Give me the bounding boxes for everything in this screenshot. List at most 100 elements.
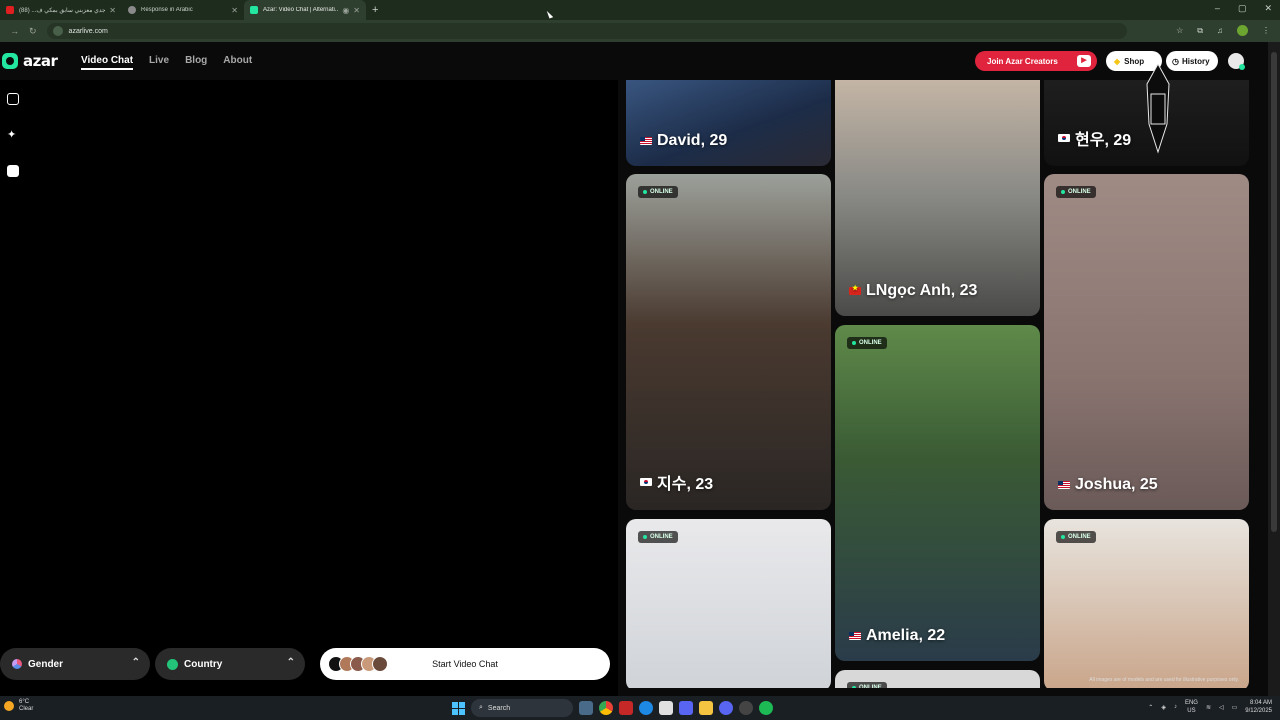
github-icon[interactable]	[739, 701, 753, 715]
bookmark-star-icon[interactable]: ☆	[1176, 26, 1183, 35]
user-avatar[interactable]	[1228, 53, 1245, 70]
mic-icon[interactable]: ♪	[1174, 704, 1177, 710]
search-placeholder: Search	[487, 704, 511, 712]
profile-name: Joshua, 25	[1058, 476, 1158, 494]
minimize-button[interactable]: –	[1215, 3, 1220, 14]
country-label: Country	[184, 658, 223, 670]
browser-tab-youtube[interactable]: جدي معزبني سابق بمكي ف... (88) ✕	[0, 0, 122, 20]
chrome-icon[interactable]	[599, 701, 613, 715]
taskbar-apps: ⌕ Search	[452, 699, 773, 717]
site-info-icon[interactable]	[52, 26, 63, 36]
azar-logo[interactable]: azar	[2, 52, 58, 70]
discord-icon[interactable]	[719, 701, 733, 715]
azar-logo-icon	[2, 53, 18, 69]
start-button[interactable]	[452, 701, 465, 715]
forward-icon[interactable]: →	[10, 26, 19, 36]
chatgpt-favicon-icon	[128, 6, 136, 14]
extensions-icon[interactable]: ⧉	[1197, 26, 1203, 36]
network-icon[interactable]: ◈	[1161, 704, 1166, 711]
store-icon[interactable]	[659, 701, 673, 715]
history-label: History	[1181, 56, 1210, 66]
gender-icon	[12, 659, 22, 669]
language-indicator[interactable]: ENG US	[1185, 699, 1198, 715]
chevron-up-icon: ⌃	[286, 657, 295, 668]
chevron-up-icon[interactable]: ⌃	[1148, 704, 1153, 711]
close-window-button[interactable]: ✕	[1264, 3, 1272, 14]
profile-avatar[interactable]	[1237, 25, 1248, 36]
online-badge: ONLINE	[638, 531, 678, 543]
browser-tab-azar[interactable]: Azar: Video Chat | Alternati... ◉ ✕	[244, 0, 366, 20]
browser-tab-strip: جدي معزبني سابق بمكي ف... (88) ✕ Respons…	[0, 0, 1280, 20]
window-controls: – ▢ ✕	[1215, 3, 1272, 14]
profile-name: 현우, 29	[1058, 126, 1131, 150]
nav-blog[interactable]: Blog	[185, 55, 207, 70]
profile-name: David, 29	[640, 132, 727, 150]
profile-card-joshua[interactable]: ONLINE Joshua, 25	[1044, 174, 1249, 510]
scroll-thumb[interactable]	[1271, 52, 1277, 532]
reload-icon[interactable]: ↻	[29, 26, 37, 37]
nav-about[interactable]: About	[223, 55, 252, 70]
profile-card-jisu[interactable]: ONLINE 지수, 23	[626, 174, 831, 510]
weather-desc: Clear	[19, 706, 34, 712]
gender-select[interactable]: Gender ⌃	[0, 648, 150, 680]
video-tools: ✦	[7, 93, 19, 177]
name-text: Amelia, 22	[866, 627, 946, 644]
face-mask-icon[interactable]	[7, 165, 19, 177]
copilot-icon[interactable]	[679, 701, 693, 715]
edge-icon[interactable]	[639, 701, 653, 715]
weather-widget[interactable]: 6°C Clear	[4, 699, 33, 713]
menu-icon[interactable]: ⋮	[1262, 26, 1270, 35]
profile-card-ngoc-anh[interactable]: LNgọc Anh, 23	[835, 80, 1040, 316]
task-view-icon[interactable]	[579, 701, 593, 715]
start-label: Start Video Chat	[432, 659, 498, 669]
vn-flag-icon	[849, 284, 861, 295]
join-creators-button[interactable]: Join Azar Creators ▶	[975, 51, 1097, 71]
chevron-up-icon: ⌃	[131, 657, 140, 668]
profile-card-david[interactable]: David, 29	[626, 80, 831, 166]
spotify-icon[interactable]	[759, 701, 773, 715]
close-icon[interactable]: ✕	[231, 6, 238, 15]
country-select[interactable]: Country ⌃	[155, 648, 305, 680]
name-text: Joshua, 25	[1075, 476, 1158, 493]
profile-card-amelia[interactable]: ONLINE Amelia, 22	[835, 325, 1040, 661]
url-text: azarlive.com	[68, 27, 108, 35]
media-icon[interactable]: ♫	[1217, 26, 1223, 35]
nav-video-chat[interactable]: Video Chat	[81, 55, 134, 70]
maximize-button[interactable]: ▢	[1238, 3, 1247, 14]
sparkle-effects-icon[interactable]: ✦	[7, 129, 19, 141]
camera-flip-icon[interactable]	[7, 93, 19, 105]
clock[interactable]: 8:04 AM 9/12/2025	[1245, 699, 1272, 715]
date-text: 9/12/2025	[1245, 708, 1272, 714]
logo-text: azar	[23, 52, 58, 70]
gender-label: Gender	[28, 658, 64, 670]
history-button[interactable]: ◷ History	[1166, 51, 1218, 71]
nav-live[interactable]: Live	[149, 55, 169, 70]
profile-card-snow[interactable]: ONLINE	[626, 519, 831, 688]
close-icon[interactable]: ✕	[109, 6, 116, 15]
page-scrollbar[interactable]	[1268, 42, 1280, 696]
wifi-icon[interactable]: ≋	[1206, 704, 1211, 711]
file-explorer-icon[interactable]	[699, 701, 713, 715]
mute-icon[interactable]: ◉	[342, 6, 349, 15]
url-field[interactable]: azarlive.com	[46, 23, 1127, 39]
avatar-stack	[328, 656, 388, 672]
taskbar-search[interactable]: ⌕ Search	[471, 699, 573, 717]
shop-label: Shop	[1124, 56, 1145, 66]
close-icon[interactable]: ✕	[353, 6, 360, 15]
name-text: David, 29	[657, 132, 728, 149]
profile-card-partial[interactable]: ONLINE	[835, 670, 1040, 688]
start-video-chat-button[interactable]: Start Video Chat	[320, 648, 610, 680]
browser-tab-response-arabic[interactable]: Response in Arabic ✕	[122, 0, 244, 20]
windows-taskbar: 6°C Clear ⌕ Search ⌃ ◈ ♪ ENG US ≋ ◁ ▭ 8:…	[0, 696, 1280, 720]
profile-gallery: David, 29 ONLINE 지수, 23 ONLINE LNgọc Anh…	[626, 80, 1250, 688]
profile-name: Amelia, 22	[849, 627, 945, 645]
wps-icon[interactable]	[619, 701, 633, 715]
profile-card-redhead[interactable]: ONLINE All images are of models and are …	[1044, 519, 1249, 688]
sun-icon	[4, 701, 14, 711]
name-text: 지수, 23	[657, 476, 714, 493]
battery-icon[interactable]: ▭	[1232, 704, 1238, 711]
name-text: LNgọc Anh, 23	[866, 282, 978, 299]
address-bar-row: → ↻ azarlive.com	[0, 20, 1280, 42]
volume-icon[interactable]: ◁	[1219, 704, 1224, 711]
new-tab-button[interactable]: +	[372, 4, 378, 16]
